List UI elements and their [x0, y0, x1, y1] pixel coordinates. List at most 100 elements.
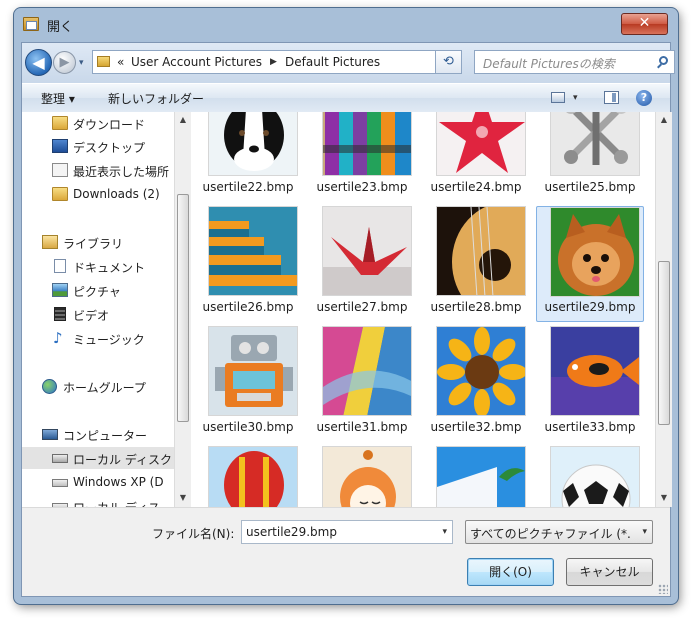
- open-button[interactable]: 開く(O): [467, 558, 554, 586]
- back-arrow-icon: ◀: [32, 53, 45, 72]
- file-thumbnail: [436, 206, 526, 296]
- navigation-pane-scrollbar[interactable]: ▲ ▼: [174, 112, 191, 507]
- resize-grip-icon[interactable]: [658, 584, 668, 594]
- sidebar-item-documents[interactable]: ドキュメント: [22, 255, 174, 277]
- file-item[interactable]: usertile24.bmp: [422, 112, 530, 202]
- file-type-value: すべてのピクチャファイル (*.: [470, 527, 631, 541]
- forward-button[interactable]: ▶: [53, 51, 76, 74]
- command-bar: 整理 ▾ 新しいフォルダー ▾ ?: [22, 83, 670, 113]
- local-disk-icon: [52, 454, 68, 463]
- close-button[interactable]: ✕: [621, 13, 668, 35]
- file-item[interactable]: usertile33.bmp: [536, 326, 644, 442]
- sidebar-item-music[interactable]: ♪ ミュージック: [22, 327, 174, 349]
- file-thumbnail: [436, 326, 526, 416]
- sidebar-item-windows-xp-d[interactable]: Windows XP (D: [22, 471, 174, 493]
- back-button[interactable]: ◀: [25, 49, 52, 76]
- sidebar-item-downloads-2[interactable]: Downloads (2): [22, 183, 174, 205]
- organize-button[interactable]: 整理 ▾: [41, 90, 75, 107]
- sidebar-item-local-disk-c[interactable]: ローカル ディスク: [22, 447, 174, 469]
- scrollbar-thumb[interactable]: [177, 194, 189, 422]
- beach-building-thumbnail: [437, 447, 525, 507]
- title-bar[interactable]: 開く ✕: [14, 8, 678, 42]
- computer-icon: [42, 429, 58, 440]
- sidebar-item-label: ライブラリ: [63, 237, 124, 251]
- file-item[interactable]: usertile26.bmp: [194, 206, 302, 322]
- file-name: usertile32.bmp: [430, 420, 522, 434]
- folder-icon: [52, 116, 68, 130]
- new-folder-button[interactable]: 新しいフォルダー: [108, 90, 204, 107]
- file-item[interactable]: usertile22.bmp: [194, 112, 302, 202]
- file-item[interactable]: usertile28.bmp: [422, 206, 530, 322]
- file-list-scrollbar[interactable]: ▲ ▼: [655, 112, 672, 507]
- soccer-ball-thumbnail: [551, 447, 639, 507]
- sidebar-item-homegroup[interactable]: ホームグループ: [22, 375, 174, 397]
- file-item[interactable]: [194, 446, 302, 507]
- help-icon[interactable]: ?: [636, 90, 652, 106]
- search-input[interactable]: Default Picturesの検索: [483, 55, 615, 72]
- change-view-icon[interactable]: [551, 92, 565, 103]
- sidebar-item-recent-places[interactable]: 最近表示した場所: [22, 159, 174, 181]
- file-item[interactable]: usertile31.bmp: [308, 326, 416, 442]
- file-type-select[interactable]: すべてのピクチャファイル (*. ▾: [465, 520, 653, 544]
- cancel-button[interactable]: キャンセル: [566, 558, 653, 586]
- file-item[interactable]: usertile25.bmp: [536, 112, 644, 202]
- file-thumbnail: [322, 326, 412, 416]
- forward-arrow-icon: ▶: [59, 55, 70, 70]
- breadcrumb-default-pictures[interactable]: Default Pictures: [285, 55, 380, 69]
- red-star-thumbnail: [437, 112, 525, 175]
- file-item-selected[interactable]: usertile29.bmp: [536, 206, 644, 322]
- music-icon: ♪: [53, 329, 63, 347]
- filename-field[interactable]: usertile29.bmp ▾: [241, 520, 453, 544]
- breadcrumb-separator-icon[interactable]: ▶: [270, 57, 277, 67]
- breadcrumb-overflow[interactable]: «: [117, 55, 124, 69]
- scrollbar-thumb[interactable]: [658, 261, 670, 425]
- breadcrumb-user-account-pictures[interactable]: User Account Pictures: [131, 55, 262, 69]
- homegroup-icon: [42, 379, 57, 394]
- sidebar-item-libraries[interactable]: ライブラリ: [22, 231, 174, 253]
- dialog-body: ◀ ▶ ▾ « User Account Pictures ▶ Default …: [21, 42, 675, 597]
- recent-pages-chevron-down-icon[interactable]: ▾: [79, 58, 84, 68]
- scroll-down-icon[interactable]: ▼: [659, 493, 669, 502]
- search-box[interactable]: Default Picturesの検索: [474, 50, 675, 74]
- file-name: usertile25.bmp: [544, 180, 636, 194]
- scroll-down-icon[interactable]: ▼: [178, 493, 188, 502]
- file-thumbnail: [436, 112, 526, 176]
- chevron-down-icon[interactable]: ▾: [642, 527, 647, 537]
- file-item[interactable]: [308, 446, 416, 507]
- file-item[interactable]: usertile23.bmp: [308, 112, 416, 202]
- videos-icon: [54, 307, 66, 321]
- pictures-icon: [52, 283, 68, 297]
- open-file-dialog: 開く ✕ ◀ ▶ ▾ « User Account Pictures ▶ Def…: [14, 8, 678, 604]
- address-bar[interactable]: « User Account Pictures ▶ Default Pictur…: [92, 50, 436, 74]
- sidebar-item-label: ホームグループ: [63, 381, 146, 395]
- file-name: usertile22.bmp: [202, 180, 294, 194]
- search-icon[interactable]: [659, 56, 668, 65]
- file-item[interactable]: usertile30.bmp: [194, 326, 302, 442]
- sidebar-item-local-disk-e[interactable]: ローカル ディス: [22, 495, 174, 507]
- file-thumbnail: [550, 326, 640, 416]
- file-name: usertile26.bmp: [202, 300, 294, 314]
- sidebar-item-label: コンピューター: [63, 429, 148, 443]
- sidebar-item-computer[interactable]: コンピューター: [22, 423, 174, 445]
- toy-robot-thumbnail: [209, 327, 297, 415]
- orange-steps-thumbnail: [209, 207, 297, 295]
- file-item[interactable]: usertile27.bmp: [308, 206, 416, 322]
- scroll-up-icon[interactable]: ▲: [178, 115, 188, 124]
- scroll-up-icon[interactable]: ▲: [659, 115, 669, 124]
- file-item[interactable]: [536, 446, 644, 507]
- sidebar-item-desktop[interactable]: デスクトップ: [22, 135, 174, 157]
- file-item[interactable]: usertile32.bmp: [422, 326, 530, 442]
- hot-air-balloon-thumbnail: [209, 447, 297, 507]
- sidebar-item-label: 最近表示した場所: [73, 165, 170, 179]
- preview-pane-icon[interactable]: [604, 91, 619, 104]
- view-options-chevron-down-icon[interactable]: ▾: [573, 93, 578, 103]
- file-item[interactable]: [422, 446, 530, 507]
- file-thumbnail: [550, 207, 640, 297]
- chevron-down-icon[interactable]: ▾: [442, 527, 447, 537]
- sidebar-item-videos[interactable]: ビデオ: [22, 303, 174, 325]
- refresh-button[interactable]: ⟲: [436, 50, 462, 74]
- file-name: usertile23.bmp: [316, 180, 408, 194]
- sidebar-item-pictures[interactable]: ピクチャ: [22, 279, 174, 301]
- filename-value[interactable]: usertile29.bmp: [246, 525, 337, 539]
- sidebar-item-downloads[interactable]: ダウンロード: [22, 112, 174, 134]
